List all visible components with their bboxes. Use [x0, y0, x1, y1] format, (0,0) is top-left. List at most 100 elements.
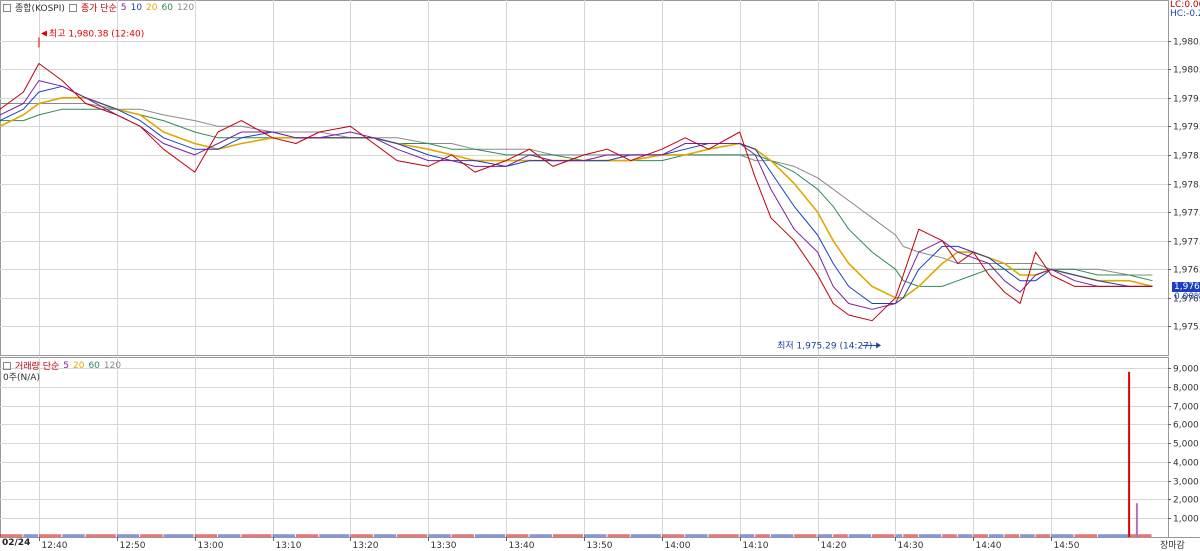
y-tick-label: 1,980.5: [1173, 38, 1200, 48]
right-info: LC:0.00 HC:-0.22: [1170, 1, 1200, 19]
chart-window: 12:40 12:50 13:00 13:10 13:20 13:30 13:40 13:50…: [0, 0, 1200, 551]
volume-bar: [607, 534, 630, 537]
end-label-text: 장마감: [1160, 541, 1185, 551]
volume-bar: [62, 534, 85, 537]
vol-legend-ma120: 120: [103, 360, 122, 371]
volume-bar: [973, 534, 988, 537]
volume-sub-legend: 0주(N/A): [3, 370, 40, 383]
volume-bar: [630, 534, 661, 537]
volume-bar: [872, 534, 895, 537]
volume-bar: [584, 534, 607, 537]
volume-bar: [833, 534, 848, 537]
volume-bar: [848, 534, 872, 537]
volume-bar: [397, 534, 428, 537]
volume-spike-bar: [1135, 503, 1138, 537]
volume-bar: [241, 534, 272, 537]
volume-bar: [116, 534, 140, 537]
volume-bar: [428, 534, 451, 537]
volume-bar: [0, 534, 23, 537]
volume-bar: [451, 534, 474, 537]
volume-bar: [685, 534, 708, 537]
volume-bar: [218, 534, 241, 537]
x-tick-label: 14:40: [976, 541, 1002, 550]
legend-ma60: 60: [161, 2, 173, 13]
volume-bar: [350, 534, 373, 537]
price-legend: 종합(KOSPI) 종가 단순 5 10 20 60 120: [3, 1, 194, 14]
price-legend-prefix: 종가 단순: [80, 4, 117, 14]
volume-bar: [140, 534, 163, 537]
volume-bar: [295, 534, 319, 537]
volume-bar: [529, 534, 552, 537]
volume-bar: [475, 534, 506, 537]
vol-legend-ma60: 60: [88, 360, 100, 371]
legend-box-icon[interactable]: [3, 361, 11, 370]
volume-sub-label: 0주(N/A): [3, 373, 40, 383]
x-tick-label: 14:50: [1054, 541, 1080, 550]
y-tick-label: 1,979.0: [1173, 123, 1200, 133]
volume-bar: [85, 534, 116, 537]
x-tick-label: 13:00: [198, 541, 224, 550]
volume-bar: [988, 534, 1004, 537]
y-tick-label: 8,000: [1173, 384, 1199, 394]
volume-bar: [552, 534, 583, 537]
y-tick-label: 7,000: [1173, 403, 1199, 413]
legend-ma10: 10: [130, 2, 143, 13]
y-tick-label: 1,977.0: [1173, 238, 1200, 248]
vol-legend-ma5: 5: [63, 360, 69, 371]
hc-label: HC:-0.22: [1170, 9, 1200, 19]
volume-bar: [739, 534, 755, 537]
end-label: 장마감: [1160, 538, 1185, 551]
y-tick-label: 1,978.0: [1173, 181, 1200, 191]
y-tick-label: 9,000: [1173, 365, 1199, 375]
volume-bar: [918, 534, 942, 537]
volume-bar: [817, 534, 833, 537]
volume-bar: [770, 534, 794, 537]
volume-bar: [1035, 534, 1051, 537]
y-tick-label: 5,000: [1173, 440, 1199, 450]
last-value-text: 1,976: [1174, 282, 1200, 292]
y-tick-label: 6,000: [1173, 421, 1199, 431]
last-value-tag: 1,976: [1172, 282, 1200, 292]
y-tick-label: 4,000: [1173, 459, 1199, 469]
legend-ma5: 5: [120, 2, 127, 13]
price-legend-title: 종합(KOSPI): [15, 4, 65, 14]
y-tick-label: 2,000: [1173, 496, 1199, 506]
x-tick-label: 13:30: [431, 541, 457, 550]
change-pct-text: 0.00%: [1174, 292, 1200, 302]
volume-bar: [957, 534, 973, 537]
volume-bar: [895, 534, 903, 537]
low-annotation: 최저 1,975.29 (14:27): [777, 340, 872, 351]
x-tick-label: 14:30: [898, 541, 924, 550]
y-tick-label: 1,977.5: [1173, 209, 1200, 219]
legend-box-icon[interactable]: [3, 3, 11, 12]
volume-bar: [903, 534, 918, 537]
volume-bar: [38, 534, 62, 537]
legend-box-icon[interactable]: [68, 3, 77, 12]
y-tick-label: 1,000: [1173, 515, 1199, 525]
volume-bar: [23, 534, 38, 537]
volume-bar: [319, 534, 350, 537]
volume-bar: [1129, 534, 1152, 537]
change-pct: 0.00%: [1174, 292, 1200, 302]
x-tick-label: 12:40: [42, 541, 68, 550]
legend-ma20: 20: [146, 2, 158, 13]
x-tick-label: 13:50: [587, 541, 613, 550]
y-tick-label: 1,979.5: [1173, 95, 1200, 105]
volume-bar: [1074, 534, 1097, 537]
volume-bar: [942, 534, 957, 537]
y-tick-label: 1,976.5: [1173, 266, 1200, 276]
volume-bar: [373, 534, 397, 537]
volume-bar: [755, 534, 770, 537]
volume-bar: [1051, 534, 1074, 537]
y-tick-label: 3,000: [1173, 478, 1199, 488]
volume-bar: [794, 534, 817, 537]
volume-bar: [1097, 534, 1128, 537]
x-tick-label: 14:20: [821, 541, 847, 550]
date-label-text: 02/24: [2, 538, 31, 548]
volume-bar: [708, 534, 739, 537]
x-tick-label: 14:00: [665, 541, 691, 550]
volume-bar: [661, 534, 685, 537]
y-tick-label: 1,980.0: [1173, 66, 1200, 76]
volume-spike-bar: [1128, 371, 1131, 537]
volume-bar: [163, 534, 194, 537]
